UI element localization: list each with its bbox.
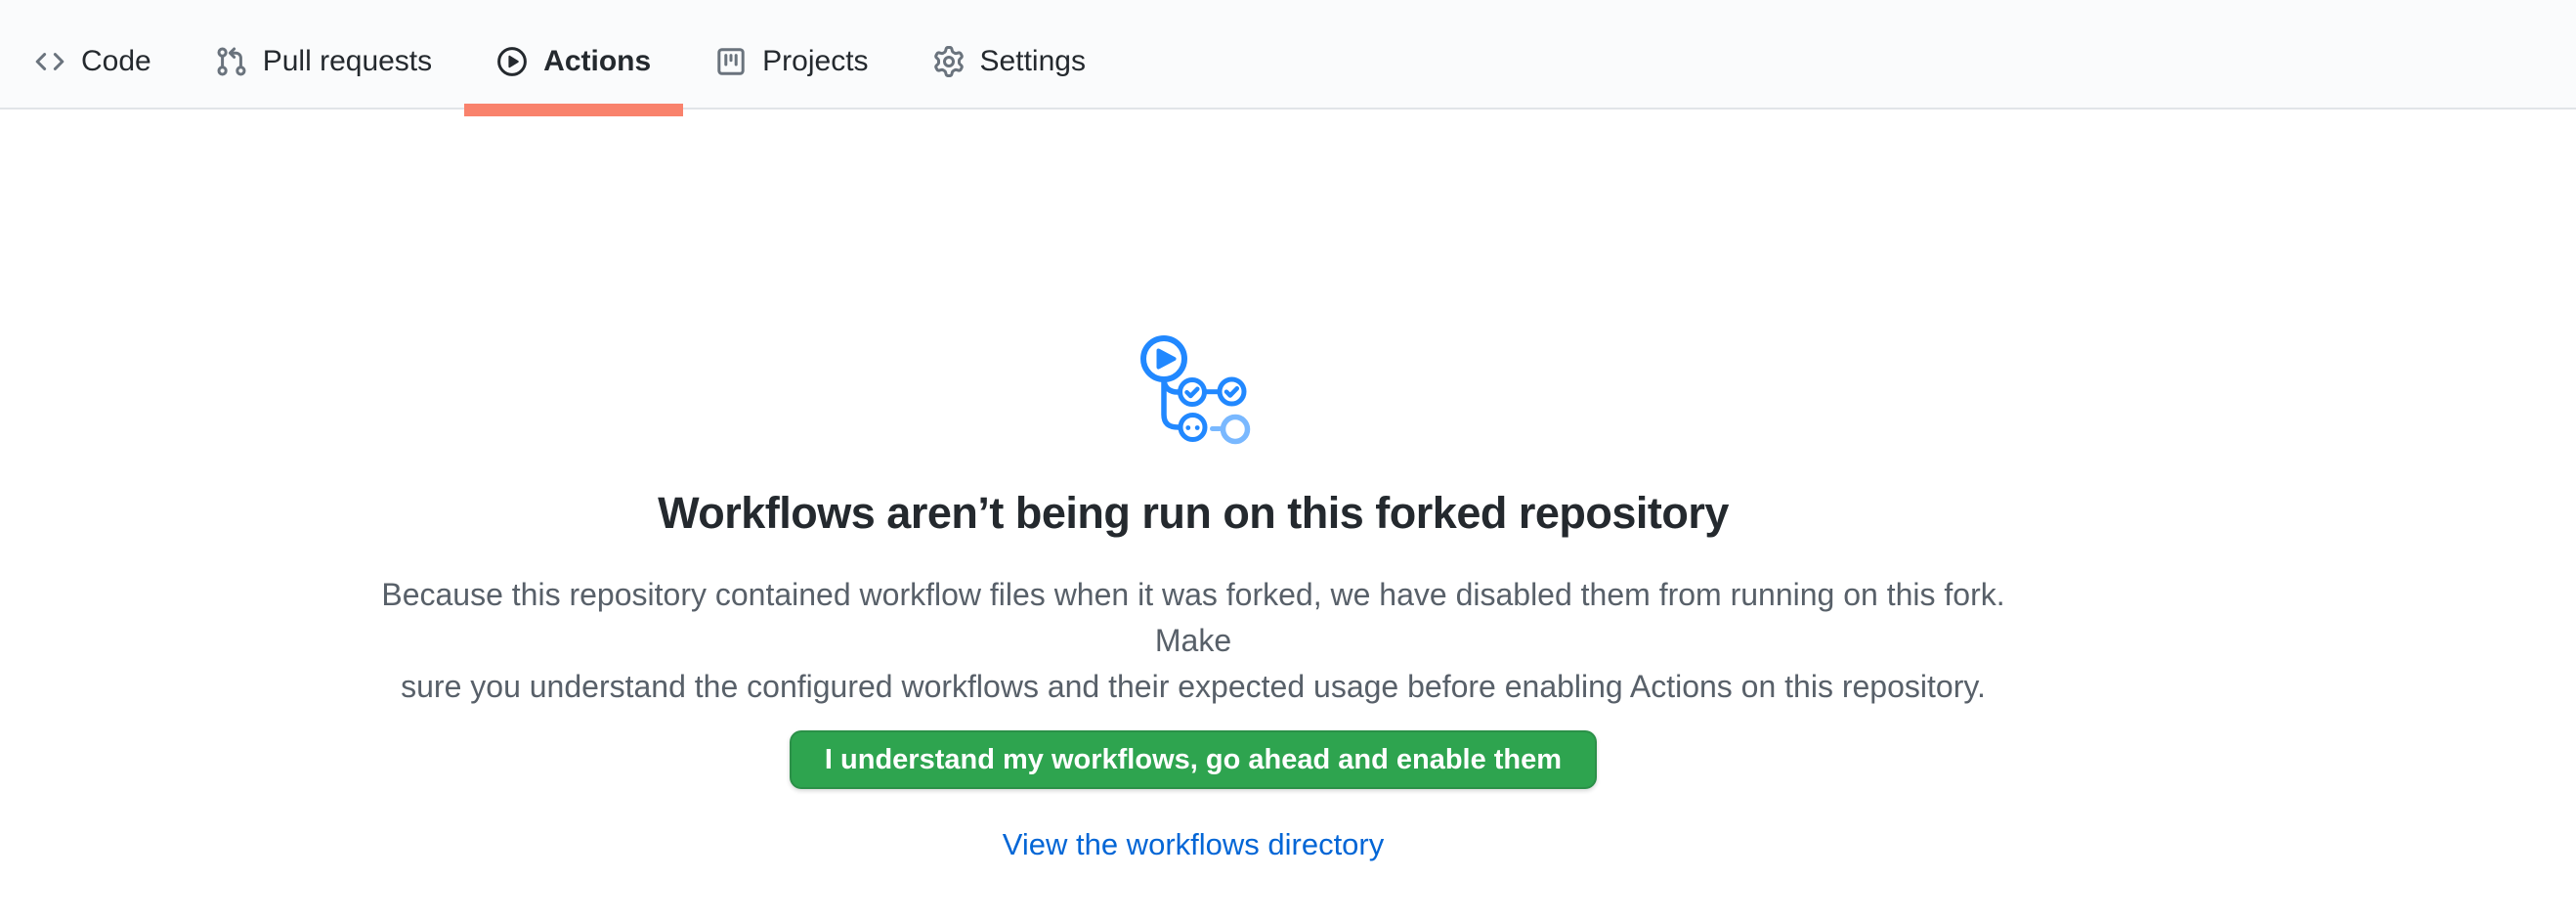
blankslate-description: Because this repository contained workfl…	[372, 572, 2014, 710]
project-board-icon	[715, 46, 747, 77]
repo-tab-nav: Code Pull requests Actions Projects Set	[0, 0, 2576, 110]
tab-actions[interactable]: Actions	[464, 0, 683, 108]
tab-label: Pull requests	[263, 45, 432, 78]
tab-settings[interactable]: Settings	[901, 0, 1118, 108]
workflow-graph-icon	[1136, 330, 1251, 445]
tab-pull-requests[interactable]: Pull requests	[184, 0, 464, 108]
tab-label: Code	[81, 45, 151, 78]
enable-workflows-button[interactable]: I understand my workflows, go ahead and …	[790, 730, 1597, 789]
description-line-2: sure you understand the configured workf…	[372, 664, 2014, 710]
tab-label: Settings	[980, 45, 1086, 78]
tab-label: Actions	[543, 45, 651, 78]
code-icon	[34, 46, 65, 77]
blankslate-heading: Workflows aren’t being run on this forke…	[658, 486, 1729, 541]
gear-icon	[933, 46, 965, 77]
tab-label: Projects	[762, 45, 868, 78]
tab-projects[interactable]: Projects	[683, 0, 900, 108]
actions-blankslate: Workflows aren’t being run on this forke…	[0, 110, 2386, 861]
description-line-1: Because this repository contained workfl…	[372, 572, 2014, 664]
pull-request-icon	[216, 46, 247, 77]
play-circle-icon	[496, 46, 528, 77]
tab-code[interactable]: Code	[2, 0, 184, 108]
view-workflows-directory-link[interactable]: View the workflows directory	[1003, 828, 1385, 861]
